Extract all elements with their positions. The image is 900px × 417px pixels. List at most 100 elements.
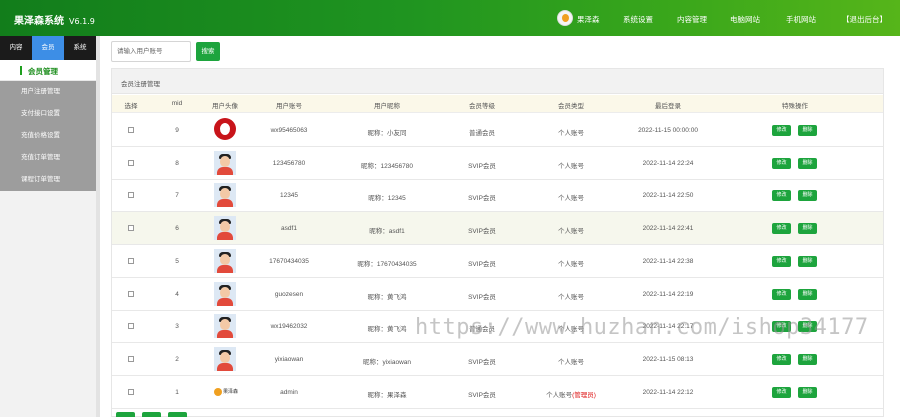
tab-content[interactable]: 内容 [0, 36, 32, 60]
sidebar: 内容 会员 系统 会员管理 用户注册管理 支付接口设置 充值价格设置 充值订单管… [0, 36, 96, 417]
row-mid: 8 [175, 159, 179, 167]
row-checkbox-icon[interactable] [128, 159, 134, 166]
row-account: 123456780 [272, 159, 306, 167]
row-type: 个人账号 [558, 225, 584, 235]
row-checkbox-icon[interactable] [128, 257, 134, 264]
delete-button[interactable]: 删除 [798, 353, 817, 365]
edit-button[interactable]: 修改 [772, 353, 791, 365]
avatar-logo-icon [214, 118, 236, 140]
nav-mobile-site[interactable]: 手机网站 [786, 14, 816, 25]
edit-button[interactable]: 修改 [772, 157, 791, 169]
row-last-login: 2022-11-14 22:19 [642, 290, 694, 298]
row-account: wx95465063 [270, 127, 308, 134]
delete-button[interactable]: 删除 [798, 223, 817, 235]
sidebar-item-recharge-price[interactable]: 充值价格设置 [0, 125, 96, 147]
delete-button[interactable]: 删除 [798, 255, 817, 267]
edit-button[interactable]: 修改 [772, 255, 791, 267]
row-type: 个人账号 [558, 291, 584, 301]
row-checkbox-icon[interactable] [128, 355, 134, 362]
brand-name: 果泽森系统 [14, 16, 64, 27]
col-actions: 特殊操作 [782, 103, 808, 110]
sidebar-item-user-registration[interactable]: 用户注册管理 [0, 81, 96, 103]
row-last-login: 2022-11-14 22:50 [642, 192, 694, 200]
col-select: 选择 [124, 103, 138, 110]
avatar-logo-text: 果泽森 [223, 388, 239, 395]
row-type-label: 个人账号 [558, 293, 584, 301]
delete-button[interactable]: 删除 [798, 288, 817, 300]
tab-system[interactable]: 系统 [64, 36, 96, 60]
row-last-login: 2022-11-14 22:12 [642, 388, 694, 396]
search-button[interactable]: 搜索 [196, 42, 220, 61]
row-nickname: 昵称：17670434035 [357, 260, 417, 268]
row-checkbox-icon[interactable] [128, 388, 134, 395]
row-account: admin [280, 388, 298, 396]
pager-button-1[interactable] [116, 412, 135, 417]
edit-button[interactable]: 修改 [772, 190, 791, 202]
user-name[interactable]: 果泽森 [577, 14, 600, 25]
row-checkbox-icon[interactable] [128, 225, 134, 232]
nav-content-management[interactable]: 内容管理 [677, 14, 707, 25]
table-row: 2 yixiaowan 昵称：yixiaowan SVIP会员 个人账号 2022-11-… [112, 343, 883, 376]
row-last-login: 2022-11-14 22:38 [642, 257, 694, 265]
row-last-login: 2022-11-15 00:00:00 [638, 127, 698, 134]
col-nickname: 用户昵称 [374, 103, 400, 110]
row-checkbox-icon[interactable] [128, 192, 134, 199]
row-type-label: 个人账号 [558, 162, 584, 170]
row-type-label: 个人账号 [558, 358, 584, 366]
row-type-label: 个人账号 [558, 260, 584, 268]
nav-logout[interactable]: 【退出后台】 [842, 14, 887, 25]
row-account: asdf1 [281, 225, 297, 233]
avatar-girl-icon [214, 248, 236, 273]
avatar-girl-icon [214, 346, 236, 371]
row-mid: 2 [175, 355, 179, 363]
edit-button[interactable]: 修改 [772, 288, 791, 300]
search-input[interactable] [111, 41, 191, 62]
row-avatar [214, 183, 236, 208]
row-avatar: 果泽森 [214, 380, 239, 404]
user-avatar-icon[interactable] [557, 10, 573, 26]
row-level: SVIP会员 [468, 195, 496, 203]
nav-pc-site[interactable]: 电脑网站 [730, 14, 760, 25]
sidebar-menu: 用户注册管理 支付接口设置 充值价格设置 充值订单管理 课程订单管理 [0, 81, 96, 191]
sidebar-item-recharge-orders[interactable]: 充值订单管理 [0, 147, 96, 169]
delete-button[interactable]: 删除 [798, 190, 817, 202]
row-nickname: 昵称：asdf1 [369, 228, 405, 236]
table-header: 选择 mid 用户头像 用户账号 用户昵称 会员等级 会员类型 最后登录 特殊操… [112, 95, 883, 113]
pager-button-2[interactable] [142, 412, 161, 417]
row-level: SVIP会员 [468, 358, 496, 366]
top-header: 果泽森系统 V6.1.9 果泽森 系统设置 内容管理 电脑网站 手机网站 【退出后… [0, 0, 900, 36]
table-row: 7 12345 昵称：12345 SVIP会员 个人账号 2022-11-14 22:50… [112, 179, 883, 213]
row-checkbox-icon[interactable] [128, 323, 134, 330]
app-brand: 果泽森系统 V6.1.9 [14, 12, 95, 27]
edit-button[interactable]: 修改 [772, 125, 791, 136]
row-account: 17670434035 [269, 257, 309, 265]
row-level: 普通会员 [469, 130, 495, 137]
delete-button[interactable]: 删除 [798, 386, 817, 398]
row-type: 个人账号 [558, 192, 584, 202]
row-nickname: 昵称：果泽森 [367, 391, 407, 399]
col-avatar: 用户头像 [212, 103, 238, 110]
row-checkbox-icon[interactable] [128, 290, 134, 297]
table-row: 9 wx95465063 昵称：小友同 普通会员 个人账号 2022-11-15 00:0… [112, 114, 883, 147]
panel-title: 会员注册管理 [121, 81, 160, 88]
row-type-label: 个人账号 [558, 130, 584, 137]
table-row: 1 果泽森 admin 昵称：果泽森 SVIP会员 个人账号(管理员) 2022-11-14… [112, 376, 883, 409]
nav-system-settings[interactable]: 系统设置 [623, 14, 653, 25]
sidebar-item-course-orders[interactable]: 课程订单管理 [0, 169, 96, 191]
tab-members[interactable]: 会员 [32, 36, 64, 60]
edit-button[interactable]: 修改 [772, 386, 791, 398]
row-checkbox-icon[interactable] [128, 127, 134, 133]
row-mid: 4 [175, 290, 179, 298]
row-type: 个人账号 [558, 160, 584, 170]
sidebar-item-payment-settings[interactable]: 支付接口设置 [0, 103, 96, 125]
pager-button-3[interactable] [168, 412, 187, 417]
row-type-label: 个人账号 [546, 391, 573, 399]
delete-button[interactable]: 删除 [798, 157, 817, 169]
edit-button[interactable]: 修改 [772, 223, 791, 235]
sidebar-section-member-management[interactable]: 会员管理 [0, 60, 96, 81]
row-avatar [214, 150, 236, 175]
sidebar-scrollbar[interactable] [96, 36, 100, 417]
col-level: 会员等级 [469, 103, 495, 110]
delete-button[interactable]: 删除 [798, 125, 817, 136]
sidebar-tabs: 内容 会员 系统 [0, 36, 96, 60]
